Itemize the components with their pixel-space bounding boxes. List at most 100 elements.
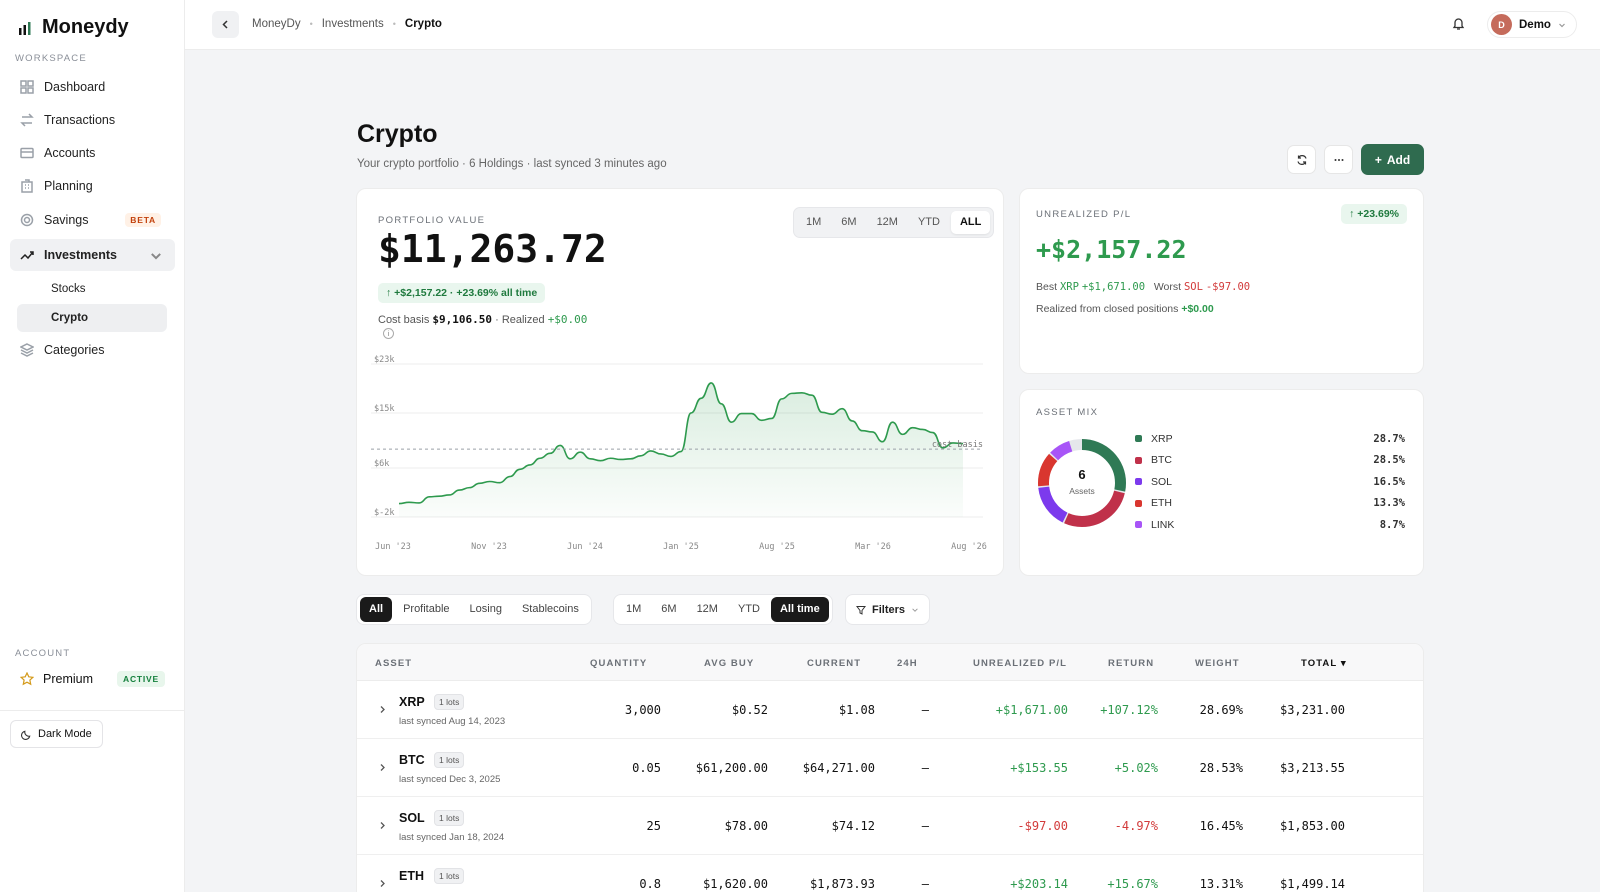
breadcrumb-item[interactable]: MoneyDy	[252, 18, 301, 30]
table-row[interactable]: SOL 1 lots last synced Jan 18, 2024 25 $78.0…	[357, 797, 1423, 855]
active-badge: ACTIVE	[117, 671, 165, 687]
more-button[interactable]	[1324, 145, 1353, 174]
sidebar-item-label: Planning	[44, 179, 93, 193]
table-range-ytd[interactable]: YTD	[729, 597, 769, 622]
refresh-button[interactable]	[1287, 145, 1316, 174]
col-quantity[interactable]: QUANTITY	[590, 658, 647, 669]
cost-basis-line: Cost basis $9,106.50 · Realized +$0.00	[378, 313, 587, 326]
card-icon	[20, 147, 34, 159]
legend-pct: 16.5%	[1373, 475, 1405, 488]
legend-pct: 8.7%	[1379, 518, 1405, 531]
legend-item: ETH 13.3%	[1135, 493, 1405, 515]
user-name: Demo	[1519, 18, 1551, 31]
col-24h[interactable]: 24H	[897, 658, 918, 669]
range-tab-1m[interactable]: 1M	[797, 211, 830, 234]
col-weight[interactable]: WEIGHT	[1195, 658, 1240, 669]
filter-tab-stablecoins[interactable]: Stablecoins	[513, 597, 588, 622]
table-row[interactable]: ETH 1 lots 0.8 $1,620.00 $1,873.93 — +$203.14 +…	[357, 855, 1423, 892]
last-synced: last synced Dec 3, 2025	[399, 774, 501, 785]
moon-icon	[21, 730, 31, 740]
sidebar-divider	[0, 710, 185, 711]
portfolio-chart: $23k $15k $6k $-2k cost basis Jun '23 Nov '23 J…	[371, 355, 987, 552]
cell-total: $3,213.55	[1279, 761, 1345, 775]
col-avg-buy[interactable]: AVG BUY	[704, 658, 754, 669]
table-range-tabs: 1M 6M 12M YTD All time	[613, 594, 833, 625]
chevron-right-icon[interactable]	[378, 879, 387, 888]
legend-item: XRP 28.7%	[1135, 428, 1405, 450]
more-horizontal-icon	[1334, 158, 1343, 161]
add-label: Add	[1386, 152, 1411, 167]
table-row[interactable]: XRP 1 lots last synced Aug 14, 2023 3,000 $0…	[357, 681, 1423, 739]
sidebar-item-label: Categories	[44, 343, 105, 357]
add-button[interactable]: + Add	[1361, 144, 1424, 175]
col-unrealized-pl[interactable]: UNREALIZED P/L	[973, 658, 1067, 669]
filter-tab-all[interactable]: All	[360, 597, 393, 622]
breadcrumb-separator: •	[392, 19, 396, 29]
table-range-12m[interactable]: 12M	[688, 597, 727, 622]
premium-item[interactable]: Premium ACTIVE	[20, 671, 165, 687]
col-total[interactable]: TOTAL ▾	[1301, 658, 1347, 669]
col-current[interactable]: CURRENT	[807, 658, 861, 669]
cell-total: $3,231.00	[1279, 703, 1345, 717]
realized-closed-value: +$0.00	[1181, 303, 1214, 315]
range-tab-ytd[interactable]: YTD	[909, 211, 949, 234]
sidebar-item-accounts[interactable]: Accounts	[10, 137, 175, 169]
range-tab-6m[interactable]: 6M	[832, 211, 865, 234]
sidebar-subitem-stocks[interactable]: Stocks	[17, 275, 167, 303]
filters-button[interactable]: Filters	[845, 594, 931, 625]
table-range-all-time[interactable]: All time	[770, 597, 829, 622]
topbar: MoneyDy • Investments • Crypto D Demo	[185, 0, 1600, 50]
cell-quantity: 25	[646, 819, 661, 833]
chevron-right-icon[interactable]	[378, 705, 387, 714]
avatar: D	[1491, 14, 1512, 35]
cell-h24: —	[921, 703, 929, 717]
chevron-down-icon[interactable]	[149, 249, 163, 263]
filter-tab-losing[interactable]: Losing	[461, 597, 511, 622]
info-icon[interactable]: i	[383, 328, 394, 339]
cell-avg-buy: $0.52	[731, 703, 768, 717]
asset-mix-card: ASSET MIX 6 Assets XRP 28.7% BTC 28.5% SOL…	[1019, 389, 1424, 576]
last-synced: last synced Aug 14, 2023	[399, 716, 506, 727]
cell-current: $74.12	[831, 819, 875, 833]
sidebar-item-label: Dashboard	[44, 80, 106, 94]
x-tick-label: Jun '23	[375, 542, 411, 552]
table-header: ASSET QUANTITY AVG BUY CURRENT 24H UNREA…	[357, 644, 1423, 681]
sidebar-item-transactions[interactable]: Transactions	[10, 104, 175, 136]
sidebar-item-planning[interactable]: Planning	[10, 170, 175, 202]
chevron-right-icon[interactable]	[378, 763, 387, 772]
user-menu-button[interactable]: D Demo	[1487, 11, 1577, 38]
sidebar-item-categories[interactable]: Categories	[10, 334, 175, 366]
bell-icon[interactable]	[1451, 16, 1466, 31]
sidebar-item-dashboard[interactable]: Dashboard	[10, 71, 175, 103]
x-tick-label: Jun '24	[567, 542, 603, 552]
cost-basis-label: cost basis	[932, 440, 983, 450]
portfolio-value-label: PORTFOLIO VALUE	[378, 215, 486, 226]
breadcrumb-item[interactable]: Investments	[322, 18, 384, 30]
table-row[interactable]: BTC 1 lots last synced Dec 3, 2025 0.05 $61,…	[357, 739, 1423, 797]
x-tick-label: Jan '25	[663, 542, 699, 552]
table-range-1m[interactable]: 1M	[617, 597, 650, 622]
col-return[interactable]: RETURN	[1108, 658, 1154, 669]
legend-item: BTC 28.5%	[1135, 450, 1405, 472]
col-asset[interactable]: ASSET	[375, 658, 412, 669]
cell-avg-buy: $61,200.00	[695, 761, 768, 775]
cell-h24: —	[921, 877, 929, 891]
beta-badge: BETA	[125, 213, 161, 227]
range-tab-12m[interactable]: 12M	[868, 211, 907, 234]
filter-tab-profitable[interactable]: Profitable	[394, 597, 458, 622]
sidebar-subitem-crypto[interactable]: Crypto	[17, 304, 167, 332]
last-synced: last synced Jan 18, 2024	[399, 832, 505, 843]
sidebar-item-investments[interactable]: Investments	[10, 239, 175, 271]
building-icon	[21, 179, 33, 193]
sidebar-item-savings[interactable]: Savings BETA	[10, 204, 175, 236]
table-range-6m[interactable]: 6M	[652, 597, 685, 622]
back-button[interactable]	[212, 11, 239, 38]
y-tick-label: $6k	[374, 459, 389, 469]
dark-mode-button[interactable]: Dark Mode	[10, 720, 103, 748]
range-tab-all[interactable]: ALL	[950, 211, 991, 234]
chevron-right-icon[interactable]	[378, 821, 387, 830]
legend-swatch	[1135, 499, 1142, 507]
legend-name: SOL	[1151, 475, 1173, 488]
best-worst-line: Best XRP +$1,671.00 Worst SOL -$97.00	[1036, 281, 1250, 293]
app-logo[interactable]: Moneydy	[18, 16, 129, 39]
